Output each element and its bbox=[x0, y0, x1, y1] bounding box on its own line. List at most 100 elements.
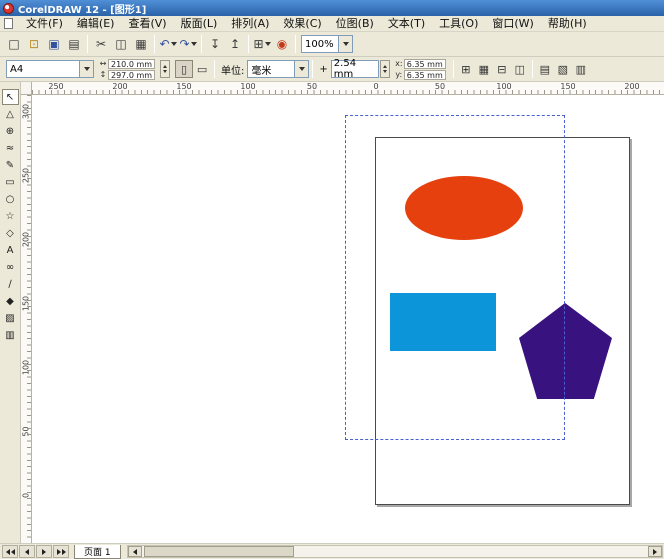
draw-options-button[interactable]: ▥ bbox=[572, 60, 590, 78]
document-icon[interactable] bbox=[4, 18, 13, 29]
app-icon bbox=[3, 2, 14, 14]
portrait-button[interactable]: ▯ bbox=[175, 60, 194, 78]
menu-view[interactable]: 查看(V) bbox=[121, 16, 173, 32]
ellipse-tool-button[interactable]: ○ bbox=[2, 191, 19, 207]
fill-tool-button[interactable]: ▨ bbox=[2, 310, 19, 326]
open-button[interactable]: ⊡ bbox=[24, 34, 44, 54]
menu-bar: 文件(F) 编辑(E) 查看(V) 版面(L) 排列(A) 效果(C) 位图(B… bbox=[0, 16, 664, 32]
menu-help[interactable]: 帮助(H) bbox=[541, 16, 594, 32]
zoom-dropdown-icon[interactable] bbox=[338, 36, 352, 52]
zoom-level-combo[interactable]: 100% bbox=[301, 35, 353, 53]
new-button[interactable]: □ bbox=[4, 34, 24, 54]
ruler-label: 250 bbox=[48, 82, 64, 91]
vertical-ruler[interactable]: 300 250 200 150 100 50 0 bbox=[21, 95, 32, 543]
scrollbar-thumb[interactable] bbox=[143, 546, 294, 557]
redo-button[interactable]: ↷ bbox=[178, 34, 198, 54]
zoom-tool-icon: ⊕ bbox=[5, 125, 15, 137]
smart-drawing-tool-button[interactable]: ✎ bbox=[2, 157, 19, 173]
ellipse-shape[interactable] bbox=[405, 176, 523, 240]
import-button[interactable]: ↧ bbox=[205, 34, 225, 54]
last-page-button[interactable] bbox=[53, 545, 69, 558]
menu-arrange[interactable]: 排列(A) bbox=[224, 16, 276, 32]
nudge-spinner[interactable] bbox=[379, 60, 390, 78]
horizontal-scrollbar[interactable] bbox=[126, 545, 663, 558]
pick-tool-icon: ↖ bbox=[5, 91, 15, 103]
drawing-canvas[interactable] bbox=[32, 95, 664, 543]
previous-page-button[interactable] bbox=[19, 545, 35, 558]
menu-tools[interactable]: 工具(O) bbox=[432, 16, 485, 32]
treat-as-filled-button[interactable]: ▤ bbox=[536, 60, 554, 78]
menu-effects[interactable]: 效果(C) bbox=[276, 16, 328, 32]
smart-drawing-tool-icon: ✎ bbox=[5, 159, 15, 171]
propbar-separator bbox=[452, 60, 454, 78]
paste-button[interactable]: ▦ bbox=[131, 34, 151, 54]
redo-dropdown-icon[interactable] bbox=[190, 42, 197, 46]
interactive-blend-tool-button[interactable]: ∞ bbox=[2, 259, 19, 275]
property-bar: A4 ↔ 210.0 mm ↕ 297.0 mm ▯ ▭ 单位: 毫米 + 2.… bbox=[0, 57, 664, 82]
paper-height-field[interactable]: 297.0 mm bbox=[108, 69, 156, 80]
rectangle-shape[interactable] bbox=[390, 293, 496, 351]
pick-tool-button[interactable]: ↖ bbox=[1, 89, 19, 105]
scroll-right-icon[interactable] bbox=[648, 546, 662, 557]
application-launcher-button[interactable]: ⊞ bbox=[252, 34, 272, 54]
redo-icon: ↷ bbox=[179, 37, 190, 51]
menu-file[interactable]: 文件(F) bbox=[19, 16, 70, 32]
units-value: 毫米 bbox=[251, 65, 272, 77]
menu-window[interactable]: 窗口(W) bbox=[485, 16, 540, 32]
freehand-tool-button[interactable]: ≈ bbox=[2, 140, 19, 156]
page-tab-label: 页面 1 bbox=[84, 547, 111, 558]
ruler-label: 200 bbox=[112, 82, 128, 91]
copy-button[interactable]: ◫ bbox=[111, 34, 131, 54]
basic-shapes-tool-button[interactable]: ◇ bbox=[2, 225, 19, 241]
units-dropdown-icon[interactable] bbox=[294, 61, 309, 77]
zoom-tool-button[interactable]: ⊕ bbox=[2, 123, 19, 139]
export-button[interactable]: ↥ bbox=[225, 34, 245, 54]
basic-shapes-tool-icon: ◇ bbox=[6, 227, 14, 239]
cut-button[interactable]: ✂ bbox=[91, 34, 111, 54]
polygon-tool-button[interactable]: ☆ bbox=[2, 208, 19, 224]
new-icon: □ bbox=[8, 37, 20, 51]
corel-online-button[interactable]: ◉ bbox=[272, 34, 292, 54]
nudge-offset-field[interactable]: 2.54 mm bbox=[330, 58, 379, 80]
interactive-fill-tool-button[interactable]: ▥ bbox=[2, 327, 19, 343]
treat-as-filled-icon: ▤ bbox=[539, 62, 550, 76]
horizontal-ruler[interactable]: 250 200 150 100 50 0 50 100 150 200 bbox=[32, 82, 664, 95]
scroll-left-icon[interactable] bbox=[127, 546, 142, 557]
page-tab[interactable]: 页面 1 bbox=[74, 544, 121, 559]
first-page-button[interactable] bbox=[2, 545, 18, 558]
paper-size-dropdown-icon[interactable] bbox=[79, 61, 93, 77]
menu-text[interactable]: 文本(T) bbox=[381, 16, 432, 32]
units-combo[interactable]: 毫米 bbox=[247, 60, 310, 78]
paper-width-field[interactable]: 210.0 mm bbox=[108, 58, 156, 69]
eyedropper-tool-button[interactable]: ∕ bbox=[2, 276, 19, 292]
undo-button[interactable]: ↶ bbox=[158, 34, 178, 54]
paper-size-spinner[interactable] bbox=[160, 60, 171, 78]
menu-bitmaps[interactable]: 位图(B) bbox=[329, 16, 381, 32]
outline-tool-button[interactable]: ◆ bbox=[2, 293, 19, 309]
ruler-label: 200 bbox=[21, 231, 31, 248]
text-tool-button[interactable]: A bbox=[2, 242, 19, 258]
snap-to-grid-button[interactable]: ⊞ bbox=[457, 60, 475, 78]
snap-to-guidelines-button[interactable]: ▦ bbox=[475, 60, 493, 78]
menu-layout[interactable]: 版面(L) bbox=[174, 16, 225, 32]
ruler-label: 250 bbox=[21, 167, 31, 184]
duplicate-y-field[interactable]: 6.35 mm bbox=[403, 69, 446, 80]
undo-dropdown-icon[interactable] bbox=[170, 42, 177, 46]
ruler-label: 300 bbox=[21, 103, 31, 120]
launcher-dropdown-icon[interactable] bbox=[264, 42, 271, 46]
next-page-button[interactable] bbox=[36, 545, 52, 558]
print-button[interactable]: ▤ bbox=[64, 34, 84, 54]
duplicate-x-field[interactable]: 6.35 mm bbox=[403, 58, 446, 69]
shape-tool-button[interactable]: △ bbox=[2, 106, 19, 122]
show-page-border-button[interactable]: ▧ bbox=[554, 60, 572, 78]
fill-tool-icon: ▨ bbox=[5, 312, 15, 324]
paper-size-combo[interactable]: A4 bbox=[6, 60, 94, 78]
ruler-origin-corner[interactable] bbox=[21, 82, 32, 95]
dynamic-guides-button[interactable]: ◫ bbox=[511, 60, 529, 78]
landscape-button[interactable]: ▭ bbox=[193, 60, 211, 78]
snap-to-objects-button[interactable]: ⊟ bbox=[493, 60, 511, 78]
menu-edit[interactable]: 编辑(E) bbox=[70, 16, 122, 32]
units-label: 单位: bbox=[221, 65, 245, 77]
rectangle-tool-button[interactable]: ▭ bbox=[2, 174, 19, 190]
save-button[interactable]: ▣ bbox=[44, 34, 64, 54]
